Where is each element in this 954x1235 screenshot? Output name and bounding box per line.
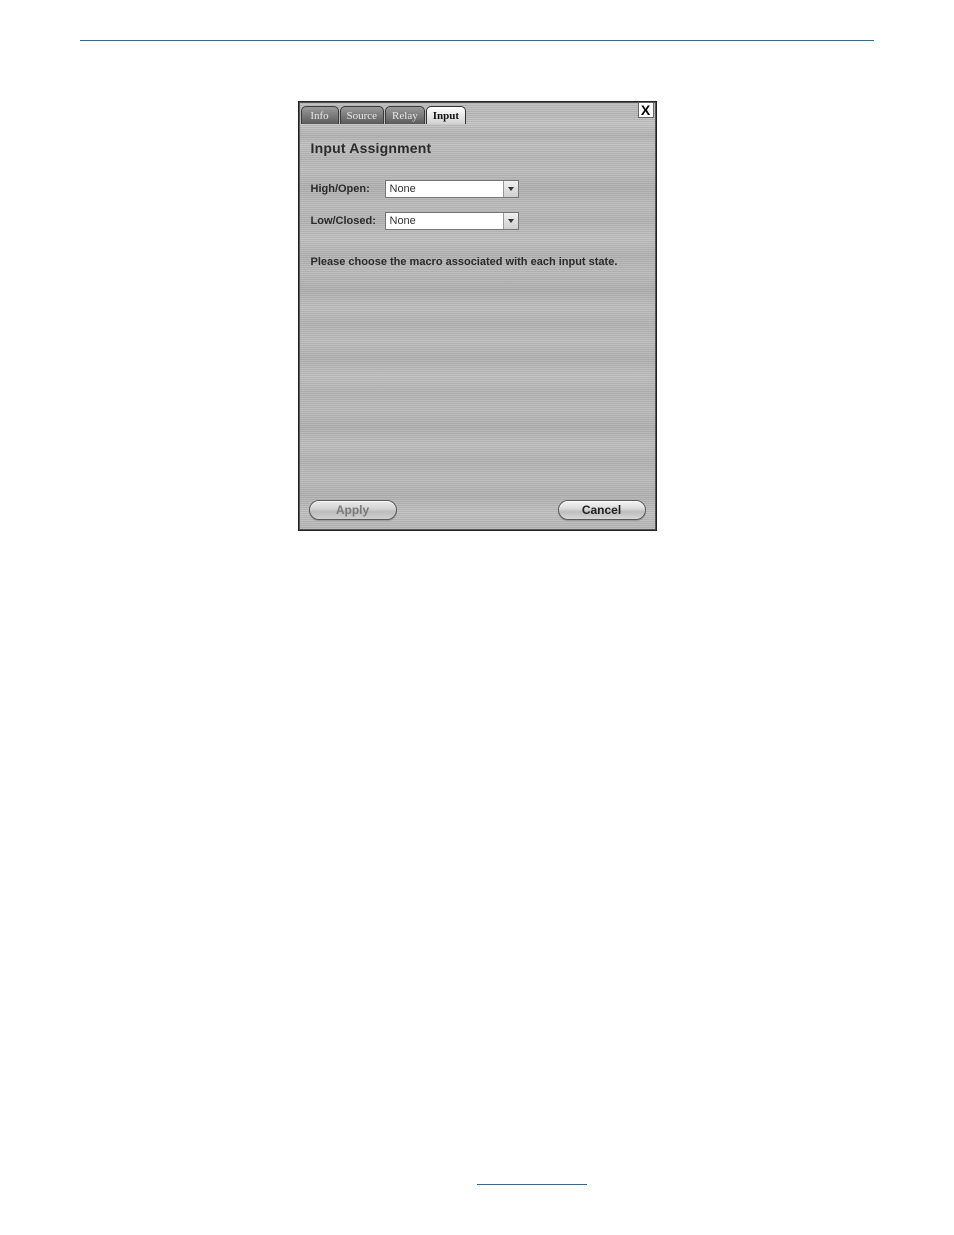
tab-source[interactable]: Source [340,106,385,124]
row-high-open: High/Open: None [311,180,644,198]
hint-text: Please choose the macro associated with … [311,256,644,268]
page: Info Source Relay Input X Input Assignme… [0,0,954,1235]
low-closed-dropdown-button[interactable] [503,213,518,229]
high-open-dropdown[interactable]: None [385,180,519,198]
high-open-label: High/Open: [311,183,385,195]
divider-top [80,40,874,41]
chevron-down-icon [508,187,514,191]
high-open-value: None [386,181,503,197]
high-open-dropdown-button[interactable] [503,181,518,197]
tab-info[interactable]: Info [301,106,339,124]
tab-bar: Info Source Relay Input X [299,102,656,124]
dialog-body: Input Assignment High/Open: None Low/Clo… [299,124,656,492]
low-closed-value: None [386,213,503,229]
tab-relay[interactable]: Relay [385,106,425,124]
footer-divider [477,1184,587,1185]
cancel-button[interactable]: Cancel [558,500,646,520]
low-closed-dropdown[interactable]: None [385,212,519,230]
chevron-down-icon [508,219,514,223]
apply-button[interactable]: Apply [309,500,397,520]
close-button[interactable]: X [638,102,654,118]
row-low-closed: Low/Closed: None [311,212,644,230]
input-assignment-dialog: Info Source Relay Input X Input Assignme… [298,101,657,531]
tab-input[interactable]: Input [426,106,466,124]
section-title: Input Assignment [311,140,644,156]
low-closed-label: Low/Closed: [311,215,385,227]
button-row: Apply Cancel [299,492,656,530]
